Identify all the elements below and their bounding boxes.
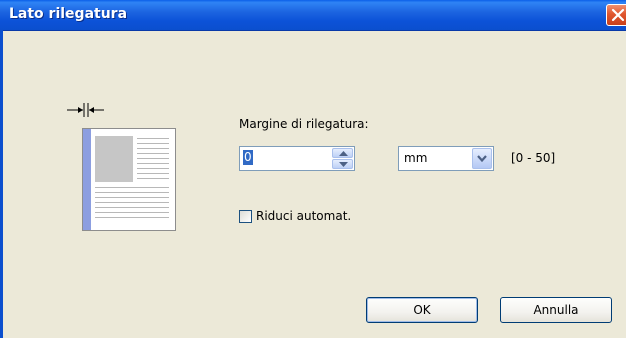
text-line (137, 153, 169, 154)
window-title: Lato rilegatura (9, 6, 128, 22)
text-line (137, 178, 169, 179)
binding-margin-arrows-icon (67, 103, 104, 117)
text-line (95, 187, 169, 188)
text-line (95, 217, 169, 218)
ok-button[interactable]: OK (366, 297, 478, 323)
binding-margin-spinbox[interactable]: 0 (239, 146, 355, 171)
unit-select-value: mm (404, 151, 428, 165)
spin-up-button[interactable] (332, 148, 353, 158)
binding-preview (62, 100, 182, 235)
chevron-down-icon (477, 155, 487, 163)
text-line (137, 168, 169, 169)
spin-down-button[interactable] (332, 159, 353, 169)
range-hint: [0 - 50] (511, 151, 556, 165)
auto-reduce-checkbox[interactable] (239, 210, 252, 223)
text-line (95, 212, 169, 213)
auto-reduce-label[interactable]: Riduci automat. (256, 209, 351, 223)
triangle-down-icon (339, 162, 348, 167)
page-preview-icon (82, 128, 176, 231)
text-line (95, 197, 169, 198)
triangle-up-icon (339, 151, 348, 156)
binding-margin-input[interactable]: 0 (243, 150, 253, 165)
text-line (137, 138, 169, 139)
cancel-button[interactable]: Annulla (500, 297, 612, 323)
text-line (137, 143, 169, 144)
text-line (95, 192, 169, 193)
spin-buttons (332, 148, 353, 169)
binding-margin-label: Margine di rilegatura: (239, 117, 369, 131)
unit-select[interactable]: mm (398, 146, 494, 171)
title-bar[interactable]: Lato rilegatura (0, 0, 626, 31)
page-image-placeholder (95, 136, 133, 182)
text-line (137, 148, 169, 149)
window-frame (0, 30, 3, 338)
text-line (137, 158, 169, 159)
text-line (95, 202, 169, 203)
text-line (137, 163, 169, 164)
close-button[interactable] (606, 4, 626, 26)
close-icon (611, 8, 625, 22)
unit-dropdown-button[interactable] (472, 148, 492, 169)
text-line (95, 207, 169, 208)
text-line (137, 173, 169, 174)
binding-edge (83, 129, 91, 230)
